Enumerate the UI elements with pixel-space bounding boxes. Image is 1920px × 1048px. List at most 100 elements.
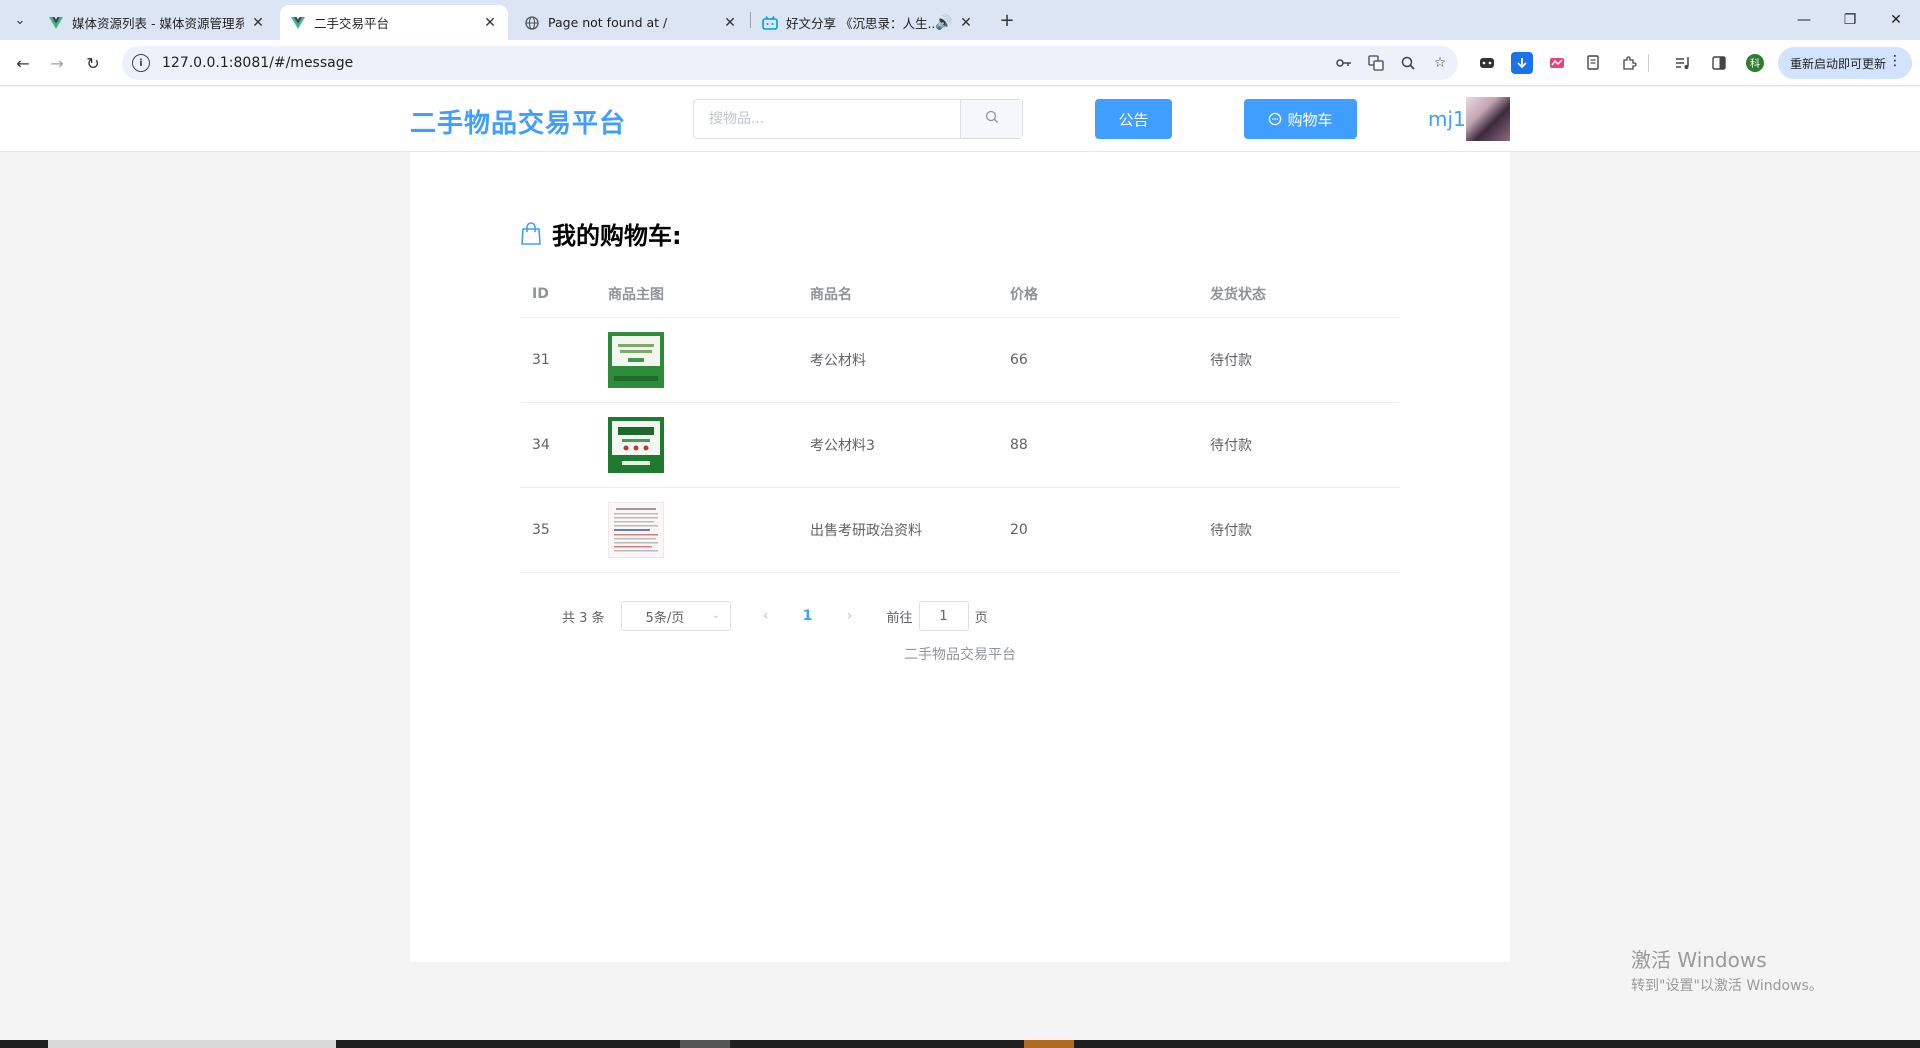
table-row[interactable]: 35 出售考研政治资料 20 待付款 <box>520 488 1400 573</box>
page-size-value: 5条/页 <box>645 610 685 626</box>
new-tab-plus-icon[interactable]: + <box>996 9 1018 31</box>
window-close-icon[interactable]: ✕ <box>1876 6 1916 34</box>
taskbar-item[interactable] <box>1024 1040 1074 1048</box>
shopping-bag-icon <box>520 221 542 246</box>
close-icon[interactable]: ✕ <box>482 15 498 31</box>
notice-button[interactable]: 公告 <box>1095 99 1172 139</box>
forward-arrow-icon[interactable]: → <box>44 50 70 76</box>
notice-label: 公告 <box>1118 110 1149 129</box>
prev-page-icon[interactable]: ‹ <box>751 608 781 624</box>
cell-image <box>596 417 798 473</box>
globe-icon <box>524 15 540 31</box>
tab-separator <box>750 12 751 28</box>
footer-text: 二手物品交易平台 <box>904 647 1016 663</box>
cart-section-title: 我的购物车: <box>520 216 682 251</box>
pagination: 共 3 条 5条/页 ⌄ ‹ 1 › 前往 1 页 <box>562 600 988 632</box>
cell-price: 88 <box>1010 437 1028 453</box>
close-icon[interactable]: ✕ <box>250 15 266 31</box>
product-thumbnail[interactable] <box>608 502 664 558</box>
cell-name: 考公材料3 <box>810 438 875 454</box>
url-text[interactable]: 127.0.0.1:8081/#/message <box>162 55 1330 71</box>
search-button[interactable] <box>960 100 1022 138</box>
site-logo[interactable]: 二手物品交易平台 <box>410 103 626 140</box>
chat-bubble-icon <box>1268 112 1282 126</box>
windows-activation-watermark: 激活 Windows 转到"设置"以激活 Windows。 <box>1631 944 1823 995</box>
media-control-icon[interactable] <box>1672 52 1694 74</box>
site-header: 二手物品交易平台 公告 购物车 mj1 <box>0 87 1920 152</box>
column-header-name: 商品名 <box>810 286 852 303</box>
table-row[interactable]: 31 考公材料 66 待付款 <box>520 318 1400 403</box>
pagination-total: 共 3 条 <box>562 610 605 626</box>
extensions-puzzle-icon[interactable] <box>1618 52 1640 74</box>
taskbar-item[interactable] <box>48 1040 336 1048</box>
cell-price: 66 <box>1010 352 1028 368</box>
extension-document-icon[interactable] <box>1582 52 1604 74</box>
browser-tab-bilibili[interactable]: 好文分享 《沉思录：人生... 🔊 ✕ <box>752 5 984 40</box>
translate-icon[interactable] <box>1362 49 1390 77</box>
more-vertical-icon[interactable]: ⋮ <box>1888 53 1902 69</box>
browser-tab-media[interactable]: 媒体资源列表 - 媒体资源管理系 ✕ <box>38 5 276 40</box>
zoom-icon[interactable] <box>1394 49 1422 77</box>
chevron-down-icon: ⌄ <box>711 610 720 621</box>
side-panel-icon[interactable] <box>1708 52 1730 74</box>
extension-download-icon[interactable] <box>1511 52 1533 74</box>
username[interactable]: mj1 <box>1428 107 1466 131</box>
cell-image <box>596 332 798 388</box>
toolbar-separator <box>1648 54 1649 72</box>
page-size-select[interactable]: 5条/页 ⌄ <box>620 601 731 631</box>
bookmark-star-icon[interactable]: ☆ <box>1426 49 1454 77</box>
search-input[interactable] <box>694 100 960 138</box>
cell-id: 31 <box>532 352 550 368</box>
goto-suffix: 页 <box>974 610 988 626</box>
update-button[interactable]: 重新启动即可更新 ⋮ <box>1778 47 1912 79</box>
cell-name: 出售考研政治资料 <box>810 523 922 539</box>
bilibili-icon <box>762 15 778 31</box>
browser-tab-not-found[interactable]: Page not found at / ✕ <box>514 5 748 40</box>
tab-search-chevron-icon[interactable]: ⌄ <box>8 9 32 31</box>
column-header-price: 价格 <box>1010 286 1038 303</box>
close-icon[interactable]: ✕ <box>958 15 974 31</box>
cell-price: 20 <box>1010 522 1028 538</box>
browser-tab-marketplace[interactable]: 二手交易平台 ✕ <box>280 5 508 40</box>
taskbar <box>0 1040 1920 1048</box>
cell-status: 待付款 <box>1210 438 1252 454</box>
avatar[interactable] <box>1466 97 1510 141</box>
page-title: 我的购物车: <box>552 222 682 250</box>
extension-game-icon[interactable] <box>1476 52 1498 74</box>
goto-page-input[interactable]: 1 <box>918 601 969 631</box>
next-page-icon[interactable]: › <box>835 608 865 624</box>
profile-avatar-icon[interactable]: 科 <box>1744 52 1766 74</box>
cart-button[interactable]: 购物车 <box>1244 99 1357 139</box>
table-header: ID 商品主图 商品名 价格 发货状态 <box>520 270 1400 318</box>
cell-image <box>596 502 798 558</box>
watermark-line2: 转到"设置"以激活 Windows。 <box>1631 978 1823 994</box>
product-thumbnail[interactable] <box>608 332 664 388</box>
browser-toolbar: ← → ↻ i 127.0.0.1:8081/#/message ☆ 科 重新启… <box>0 40 1920 86</box>
speaker-icon[interactable]: 🔊 <box>935 15 952 31</box>
tab-title: 媒体资源列表 - 媒体资源管理系 <box>72 16 244 31</box>
extension-pink-icon[interactable] <box>1546 52 1568 74</box>
column-header-id: ID <box>532 285 549 302</box>
tab-title: 好文分享 《沉思录：人生... <box>786 16 934 31</box>
taskbar-item[interactable] <box>680 1040 730 1048</box>
update-label: 重新启动即可更新 <box>1790 56 1887 71</box>
restore-icon[interactable]: ❐ <box>1830 6 1870 34</box>
minimize-icon[interactable]: — <box>1784 6 1824 34</box>
back-arrow-icon[interactable]: ← <box>10 50 36 76</box>
table-row[interactable]: 34 考公材料3 88 待付款 <box>520 403 1400 488</box>
cell-id: 34 <box>532 437 550 453</box>
cell-id: 35 <box>532 522 550 538</box>
page-number-current[interactable]: 1 <box>793 608 823 624</box>
cell-status: 待付款 <box>1210 523 1252 539</box>
browser-tab-bar: ⌄ 媒体资源列表 - 媒体资源管理系 ✕ 二手交易平台 ✕ Page not f… <box>0 0 1920 40</box>
address-bar[interactable]: i 127.0.0.1:8081/#/message ☆ <box>122 46 1458 80</box>
key-icon[interactable] <box>1330 49 1358 77</box>
reload-icon[interactable]: ↻ <box>80 50 106 76</box>
cart-table: ID 商品主图 商品名 价格 发货状态 31 考公材料 66 待付款 34 考公… <box>520 270 1400 573</box>
site-info-icon[interactable]: i <box>132 54 150 72</box>
cart-content-card: 我的购物车: ID 商品主图 商品名 价格 发货状态 31 考公材料 66 待付… <box>410 152 1510 962</box>
product-thumbnail[interactable] <box>608 417 664 473</box>
close-icon[interactable]: ✕ <box>722 15 738 31</box>
tab-title: 二手交易平台 <box>314 16 390 31</box>
cart-label: 购物车 <box>1287 110 1333 129</box>
